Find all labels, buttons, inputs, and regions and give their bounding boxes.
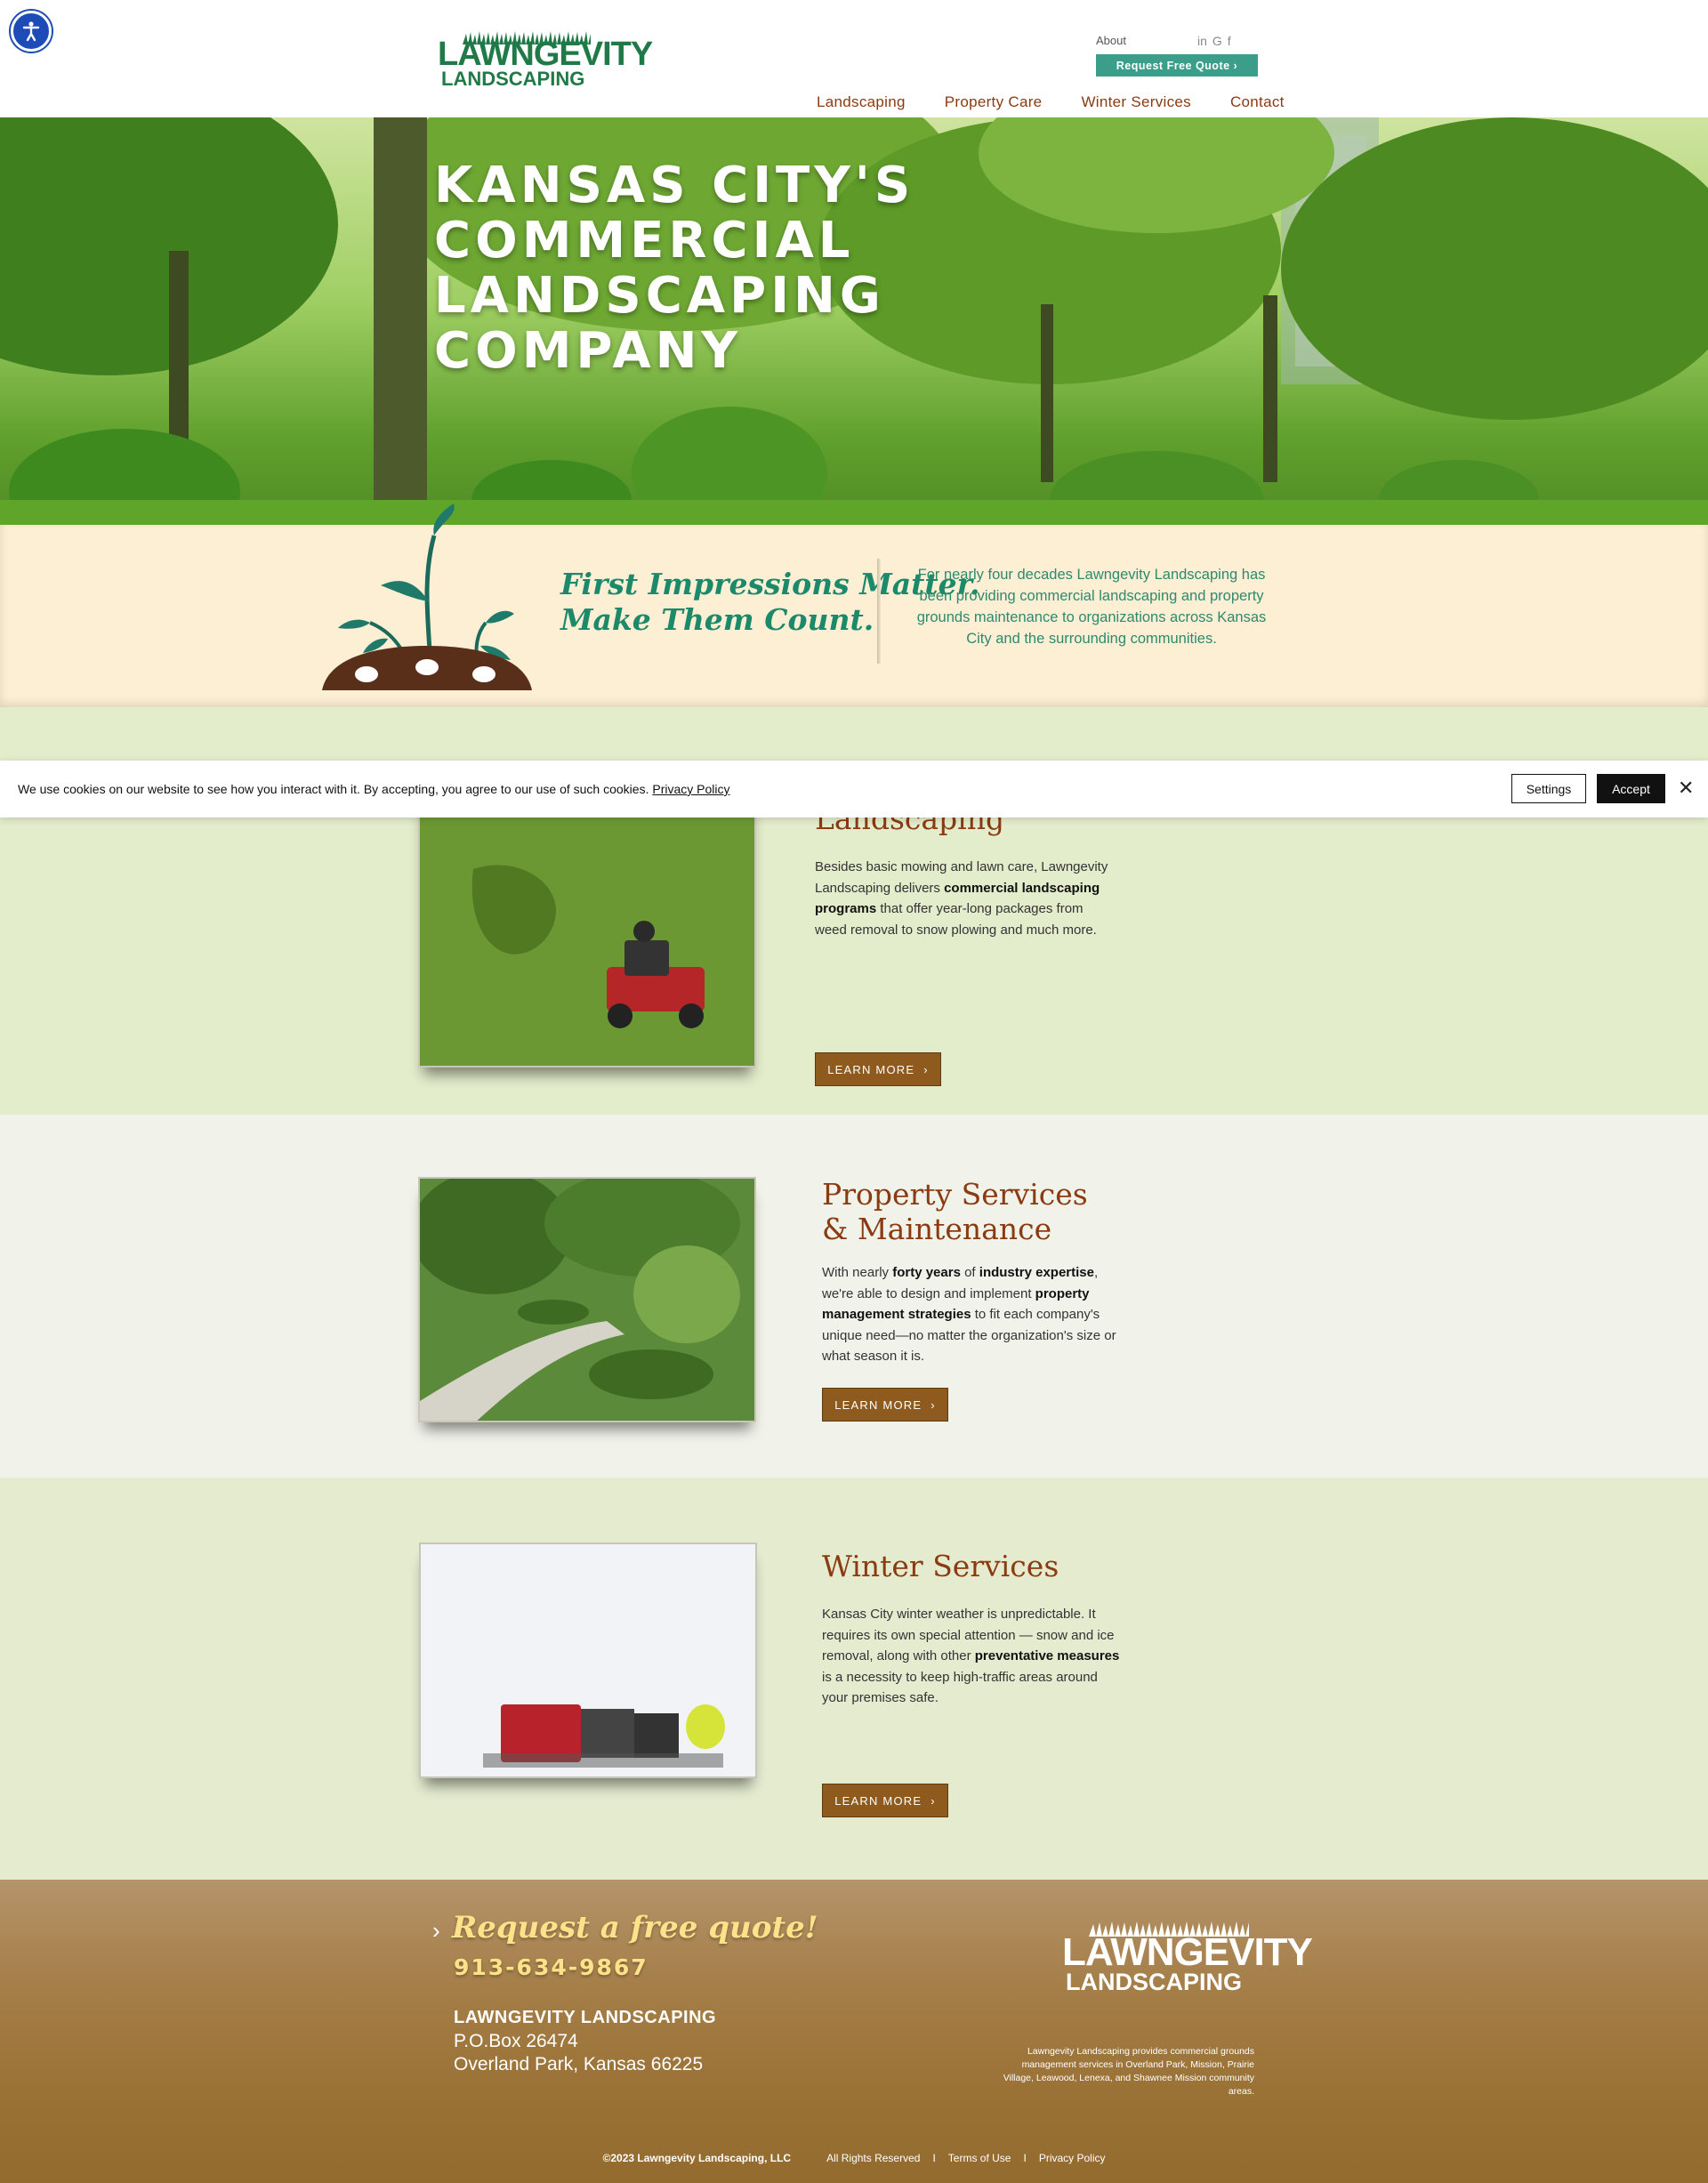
text-part: is a necessity to keep high-traffic area… <box>822 1669 1098 1706</box>
button-label: LEARN MORE <box>827 1062 915 1076</box>
footer-logo-text-1: LAWNGEVITY <box>1062 1930 1313 1974</box>
nav-property-care[interactable]: Property Care <box>945 93 1043 111</box>
hero-title: KANSAS CITY'S COMMERCIAL LANDSCAPING COM… <box>434 157 915 380</box>
learn-more-button[interactable]: LEARN MORE › <box>815 1052 941 1086</box>
snowblower-image <box>421 1544 755 1776</box>
footer-company: LAWNGEVITY LANDSCAPING <box>454 2008 717 2027</box>
privacy-policy-link[interactable]: Privacy Policy <box>652 782 729 796</box>
cookie-message: We use cookies on our website to see how… <box>18 782 649 796</box>
text-bold: preventative measures <box>974 1648 1120 1663</box>
chevron-right-icon: › <box>931 1793 936 1808</box>
text-part: With nearly <box>822 1265 893 1280</box>
site-logo[interactable]: LAWNGEVITY LANDSCAPING <box>438 30 653 93</box>
cookie-settings-button[interactable]: Settings <box>1511 774 1586 803</box>
service-property: Property Services & Maintenance With nea… <box>0 1115 1708 1478</box>
button-label: LEARN MORE <box>834 1793 922 1808</box>
close-icon[interactable]: ✕ <box>1678 777 1694 800</box>
chevron-right-icon: › <box>931 1398 936 1412</box>
text-part: of <box>960 1265 979 1280</box>
request-quote-button[interactable]: Request Free Quote › <box>1096 54 1258 77</box>
footer-bottom-bar: ©2023 Lawngevity Landscaping, LLC All Ri… <box>0 2152 1708 2164</box>
facebook-icon[interactable]: f <box>1228 34 1231 48</box>
main-nav: Landscaping Property Care Winter Service… <box>817 93 1285 111</box>
intro-band: First Impressions Matter. Make Them Coun… <box>0 503 1708 707</box>
service-winter: Winter Services Kansas City winter weath… <box>0 1478 1708 1880</box>
intro-divider <box>877 559 881 664</box>
linkedin-icon[interactable]: in <box>1197 34 1207 48</box>
site-header: LAWNGEVITY LANDSCAPING About in G f Requ… <box>0 0 1708 117</box>
service-text: Kansas City winter weather is unpredicta… <box>822 1604 1124 1709</box>
cookie-banner: We use cookies on our website to see how… <box>0 761 1708 818</box>
nav-landscaping[interactable]: Landscaping <box>817 93 906 111</box>
title-line-1: Property Services <box>822 1177 1088 1212</box>
title-line-2: & Maintenance <box>822 1212 1052 1246</box>
separator: I <box>932 2152 936 2164</box>
service-text: With nearly forty years of industry expe… <box>822 1262 1124 1367</box>
footer-privacy-link[interactable]: Privacy Policy <box>1039 2152 1106 2164</box>
nav-winter-services[interactable]: Winter Services <box>1081 93 1191 111</box>
copyright: ©2023 Lawngevity Landscaping, LLC <box>602 2152 792 2164</box>
about-link[interactable]: About <box>1096 34 1126 47</box>
logo-text-2: LANDSCAPING <box>441 68 585 90</box>
footer-logo-text-2: LANDSCAPING <box>1066 1969 1243 1995</box>
sprout-illustration <box>322 503 532 690</box>
terms-link[interactable]: Terms of Use <box>948 2152 1011 2164</box>
learn-more-button[interactable]: LEARN MORE › <box>822 1784 948 1817</box>
chevron-right-icon: › <box>923 1062 929 1076</box>
site-footer: › Request a free quote! 913-634-9867 LAW… <box>0 1880 1708 2183</box>
footer-address-2: Overland Park, Kansas 66225 <box>454 2054 704 2074</box>
logo-text-1: LAWNGEVITY <box>438 36 653 73</box>
rights-text: All Rights Reserved <box>826 2152 921 2164</box>
text-bold: industry expertise <box>979 1265 1094 1280</box>
nav-contact[interactable]: Contact <box>1230 93 1285 111</box>
snowblower-photo <box>419 1543 757 1778</box>
text-bold: forty years <box>892 1265 961 1280</box>
service-title: Winter Services <box>822 1549 1059 1583</box>
service-text: Besides basic mowing and lawn care, Lawn… <box>815 857 1117 940</box>
hero-banner: KANSAS CITY'S COMMERCIAL LANDSCAPING COM… <box>0 117 1708 525</box>
footer-address-1: P.O.Box 26474 <box>454 2031 578 2051</box>
cookie-accept-button[interactable]: Accept <box>1597 774 1665 803</box>
chevron-right-icon: › <box>432 1917 440 1944</box>
cookie-text: We use cookies on our website to see how… <box>18 782 730 796</box>
footer-description: Lawngevity Landscaping provides commerci… <box>1003 2046 1254 2097</box>
garden-photo <box>418 1177 756 1422</box>
garden-image <box>420 1179 754 1421</box>
accessibility-icon <box>22 21 40 42</box>
footer-logo: LAWNGEVITY LANDSCAPING <box>1059 1921 1313 1995</box>
social-links: in G f <box>1197 34 1231 48</box>
learn-more-button[interactable]: LEARN MORE › <box>822 1388 948 1422</box>
button-label: LEARN MORE <box>834 1398 922 1412</box>
footer-quote-link[interactable]: Request a free quote! <box>452 1910 818 1945</box>
intro-text: For nearly four decades Lawngevity Lands… <box>916 567 1267 647</box>
separator: I <box>1023 2152 1027 2164</box>
accessibility-button[interactable] <box>11 11 52 52</box>
service-title: Property Services & Maintenance <box>822 1177 1088 1246</box>
google-icon[interactable]: G <box>1213 34 1222 48</box>
footer-phone[interactable]: 913-634-9867 <box>454 1954 649 1980</box>
